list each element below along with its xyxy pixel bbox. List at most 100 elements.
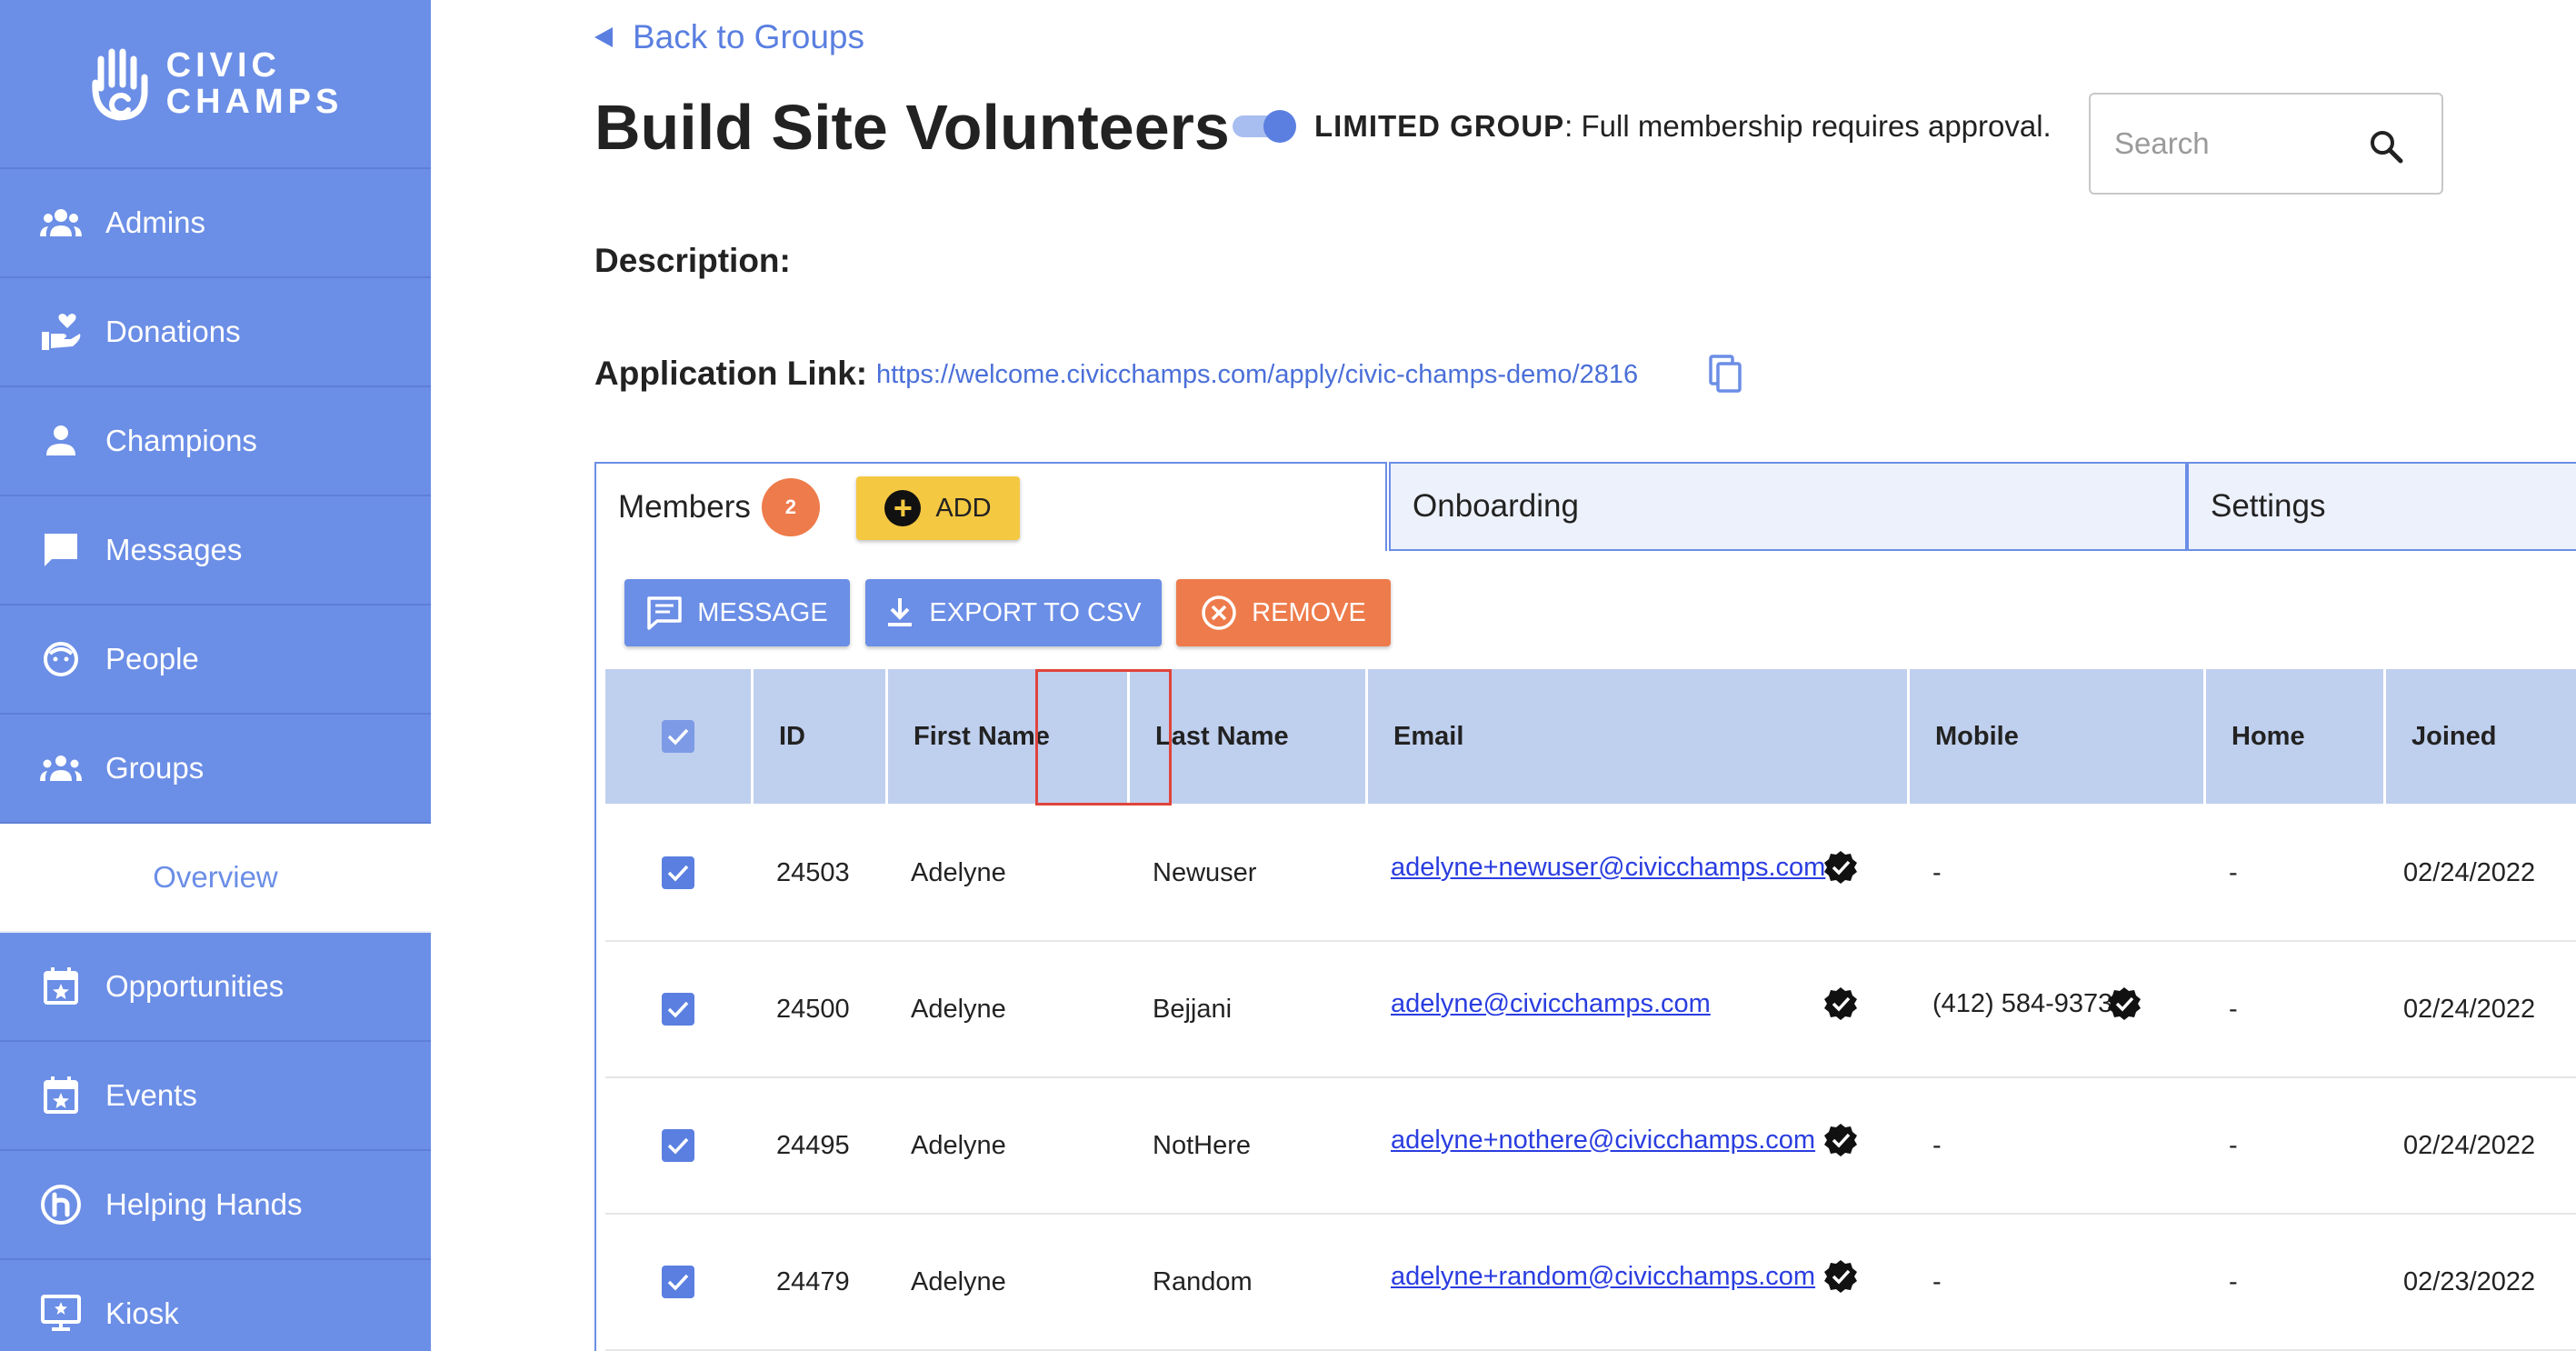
cell-joined: 02/24/2022	[2403, 994, 2536, 1024]
sidebar-item-messages[interactable]: Messages	[0, 496, 431, 605]
column-header-id[interactable]: ID	[751, 669, 885, 804]
sidebar-item-overview[interactable]: Overview	[0, 824, 431, 933]
back-to-groups-link[interactable]: Back to Groups	[594, 18, 864, 56]
sidebar-item-label: Helping Hands	[105, 1187, 303, 1221]
row-select-cell	[605, 1078, 751, 1213]
people-group-icon	[38, 200, 84, 245]
limited-group-label: LIMITED GROUP	[1314, 109, 1565, 143]
verified-badge-icon	[2107, 936, 2142, 1071]
sidebar-item-kiosk[interactable]: Kiosk	[0, 1260, 431, 1351]
logo-text-champs: CHAMPS	[165, 83, 344, 121]
add-member-button[interactable]: + ADD	[856, 476, 1020, 540]
cell-first-name: Adelyne	[911, 857, 1006, 887]
message-button[interactable]: MESSAGE	[624, 579, 850, 646]
remove-button[interactable]: REMOVE	[1176, 579, 1391, 646]
tab-settings-label: Settings	[2211, 488, 2326, 524]
sidebar-item-admins[interactable]: Admins	[0, 169, 431, 278]
cell-mobile: (412) 584-9373	[1932, 988, 2113, 1018]
sidebar-item-opportunities[interactable]: Opportunities	[0, 933, 431, 1042]
select-all-cell	[605, 669, 751, 804]
cell-first-name: Adelyne	[911, 994, 1006, 1024]
description-label: Description:	[594, 242, 791, 279]
column-header-joined[interactable]: Joined	[2383, 669, 2576, 804]
sidebar-item-label: Messages	[105, 533, 243, 566]
cell-home: -	[2229, 857, 2238, 887]
email-link[interactable]: adelyne+random@civicchamps.com	[1391, 1262, 1815, 1292]
row-checkbox[interactable]	[662, 856, 694, 889]
sidebar-item-label: Events	[105, 1078, 197, 1112]
table-row[interactable]: 24500 Adelyne Bejjani adelyne@civicchamp…	[605, 942, 2576, 1078]
email-link[interactable]: adelyne@civicchamps.com	[1391, 989, 1711, 1019]
row-select-cell	[605, 806, 751, 940]
tab-onboarding-label: Onboarding	[1413, 488, 1579, 524]
sidebar-item-label: Overview	[153, 860, 278, 894]
cell-last-name: Random	[1153, 1266, 1253, 1296]
sidebar-item-groups[interactable]: Groups	[0, 715, 431, 824]
remove-button-label: REMOVE	[1252, 597, 1366, 627]
verified-badge-icon	[1823, 1073, 1858, 1207]
cell-email: adelyne+random@civicchamps.com	[1391, 1209, 1815, 1344]
application-link-label: Application Link:	[594, 355, 868, 392]
cell-home: -	[2229, 994, 2238, 1024]
tab-onboarding[interactable]: Onboarding	[1389, 462, 2187, 551]
cell-mobile: -	[1932, 1130, 1942, 1160]
select-all-checkbox[interactable]	[662, 720, 694, 753]
cell-email: adelyne@civicchamps.com	[1391, 936, 1711, 1071]
row-select-cell	[605, 1215, 751, 1349]
row-checkbox[interactable]	[662, 993, 694, 1026]
limited-group-text: LIMITED GROUP: Full membership requires …	[1314, 109, 2052, 144]
cell-last-name: Newuser	[1153, 857, 1257, 887]
copy-icon[interactable]	[1709, 355, 1743, 399]
cell-joined: 02/23/2022	[2403, 1266, 2536, 1296]
cell-first-name: Adelyne	[911, 1266, 1006, 1296]
column-header-home[interactable]: Home	[2203, 669, 2383, 804]
sidebar-item-champions[interactable]: Champions	[0, 387, 431, 496]
logo-text-civic: CIVIC	[165, 46, 282, 85]
hand-c-logo-icon	[92, 48, 148, 121]
back-link-label: Back to Groups	[633, 18, 865, 55]
sidebar-item-donations[interactable]: Donations	[0, 278, 431, 387]
sidebar: CIVIC CHAMPS Admins Donations Champions …	[0, 0, 431, 1351]
close-circle-icon	[1202, 595, 1236, 630]
civic-champs-logo[interactable]: CIVIC CHAMPS	[0, 0, 431, 169]
sidebar-item-events[interactable]: Events	[0, 1042, 431, 1151]
calendar-star-icon	[38, 1073, 84, 1118]
tab-members-label: Members	[618, 489, 751, 525]
download-icon	[888, 598, 913, 626]
column-header-email[interactable]: Email	[1365, 669, 1907, 804]
donation-hand-heart-icon	[38, 309, 84, 355]
groups-icon	[38, 746, 84, 791]
row-checkbox[interactable]	[662, 1129, 694, 1162]
cell-home: -	[2229, 1266, 2238, 1296]
export-button-label: EXPORT TO CSV	[929, 597, 1142, 627]
cell-id: 24503	[776, 857, 850, 887]
table-row[interactable]: 24495 Adelyne NotHere adelyne+nothere@ci…	[605, 1078, 2576, 1215]
sidebar-item-people[interactable]: People	[0, 605, 431, 715]
limited-group-toggle[interactable]	[1233, 110, 1296, 143]
application-link-url[interactable]: https://welcome.civicchamps.com/apply/ci…	[876, 360, 1638, 390]
cell-email: adelyne+newuser@civicchamps.com	[1391, 800, 1825, 935]
sidebar-item-helping-hands[interactable]: Helping Hands	[0, 1151, 431, 1260]
row-select-cell	[605, 942, 751, 1076]
message-button-label: MESSAGE	[697, 597, 828, 627]
table-header: ID First Name Last Name Email Mobile Hom…	[605, 669, 2576, 804]
row-checkbox[interactable]	[662, 1266, 694, 1298]
tab-settings[interactable]: Settings	[2187, 462, 2576, 551]
export-csv-button[interactable]: EXPORT TO CSV	[865, 579, 1162, 646]
cell-mobile: -	[1932, 857, 1942, 887]
select-all-highlight	[1035, 669, 1172, 806]
search-input[interactable]	[2114, 126, 2378, 161]
email-link[interactable]: adelyne+nothere@civicchamps.com	[1391, 1126, 1815, 1156]
email-link[interactable]: adelyne+newuser@civicchamps.com	[1391, 853, 1825, 883]
table-row[interactable]: 24503 Adelyne Newuser adelyne+newuser@ci…	[605, 806, 2576, 942]
column-header-mobile[interactable]: Mobile	[1907, 669, 2203, 804]
search-box	[2089, 93, 2443, 195]
add-button-label: ADD	[935, 493, 992, 523]
page-title: Build Site Volunteers	[594, 92, 1230, 163]
tab-members[interactable]: Members 2 + ADD	[594, 462, 1387, 551]
table-row[interactable]: 24479 Adelyne Random adelyne+random@civi…	[605, 1215, 2576, 1351]
cell-joined: 02/24/2022	[2403, 857, 2536, 887]
search-icon[interactable]	[2369, 129, 2403, 168]
cell-home: -	[2229, 1130, 2238, 1160]
verified-badge-icon	[1823, 936, 1858, 1071]
